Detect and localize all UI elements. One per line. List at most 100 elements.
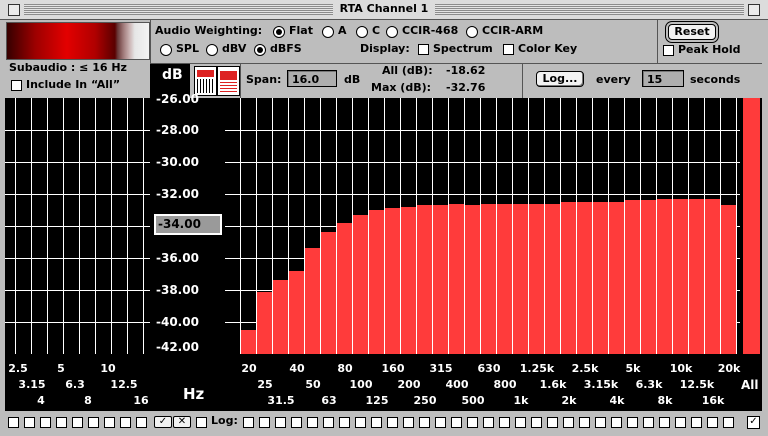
weighting-ccir468-radio[interactable] <box>386 26 398 38</box>
color-key-checkbox[interactable] <box>503 44 514 55</box>
band-toggle-checkbox[interactable] <box>723 417 734 428</box>
band-toggle-checkbox[interactable] <box>579 417 590 428</box>
band-toggle-checkbox[interactable] <box>403 417 414 428</box>
frequency-tick-label: 2k <box>561 394 577 407</box>
title-bar[interactable]: RTA Channel 1 <box>0 0 768 20</box>
weighting-c-radio[interactable] <box>356 26 368 38</box>
subaudio-grid-line <box>5 162 150 163</box>
band-toggle-checkbox[interactable] <box>307 417 318 428</box>
band-toggle-checkbox[interactable] <box>243 417 254 428</box>
band-toggle-checkbox[interactable] <box>515 417 526 428</box>
band-toggle-checkbox[interactable] <box>451 417 462 428</box>
frequency-tick-label: 40 <box>289 362 305 375</box>
units-dbv-radio[interactable] <box>206 44 218 56</box>
band-toggle-checkbox[interactable] <box>563 417 574 428</box>
spectrum-plot[interactable] <box>225 98 740 354</box>
frequency-tick-label: 125 <box>365 394 389 407</box>
band-bar-2k <box>561 202 576 354</box>
cursor-level-field[interactable]: -34.00 <box>154 214 222 235</box>
band-toggle-checkbox[interactable] <box>323 417 334 428</box>
band-toggle-checkbox[interactable] <box>56 417 67 428</box>
band-toggle-checkbox[interactable] <box>259 417 270 428</box>
all-bar-label: All <box>741 378 759 392</box>
band-bar-8k <box>657 198 672 354</box>
band-toggle-checkbox[interactable] <box>104 417 115 428</box>
zoom-box-icon[interactable] <box>748 4 760 16</box>
band-toggle-checkbox[interactable] <box>499 417 510 428</box>
band-toggle-checkbox[interactable] <box>627 417 638 428</box>
subaudio-grid-line <box>5 322 150 323</box>
frequency-tick-label: 12.5k <box>679 378 715 391</box>
band-bar-12.5k <box>689 198 704 354</box>
divider <box>150 20 151 64</box>
weighting-flat-radio[interactable] <box>273 26 285 38</box>
weighting-ccirarm-radio[interactable] <box>466 26 478 38</box>
band-toggle-checkbox[interactable] <box>595 417 606 428</box>
frequency-tick-label: 1k <box>513 394 529 407</box>
weighting-a-label: A <box>338 24 347 37</box>
spectrum-label: Spectrum <box>433 42 493 55</box>
band-toggle-checkbox[interactable] <box>371 417 382 428</box>
band-bar-800 <box>497 203 512 354</box>
subaudio-grid-line <box>5 258 150 259</box>
band-toggle-checkbox[interactable] <box>387 417 398 428</box>
reset-button[interactable]: Reset <box>668 24 716 40</box>
band-toggle-checkbox[interactable] <box>8 417 19 428</box>
include-in-all-checkbox[interactable] <box>11 80 22 91</box>
weighting-a-radio[interactable] <box>322 26 334 38</box>
subaudio-grid-line <box>5 130 150 131</box>
all-log-checkbox[interactable]: ✓ <box>747 416 760 429</box>
band-toggle-checkbox[interactable] <box>611 417 622 428</box>
clear-all-button[interactable]: ✕ <box>173 416 191 428</box>
log-button[interactable]: Log... <box>536 71 584 87</box>
check-all-button[interactable]: ✓ <box>154 416 172 428</box>
spectrum-checkbox[interactable] <box>418 44 429 55</box>
band-toggle-checkbox[interactable] <box>435 417 446 428</box>
band-toggle-checkbox[interactable] <box>467 417 478 428</box>
band-toggle-checkbox[interactable] <box>355 417 366 428</box>
band-toggle-checkbox[interactable] <box>675 417 686 428</box>
max-db-label: Max (dB): <box>371 81 432 94</box>
band-toggle-checkbox[interactable] <box>339 417 350 428</box>
frequency-tick-label: 3.15k <box>583 378 619 391</box>
frequency-tick-label: 16k <box>701 394 725 407</box>
band-toggle-checkbox[interactable] <box>643 417 654 428</box>
line-view-icon[interactable] <box>217 66 240 96</box>
subaudio-tick-label: 16 <box>133 394 149 407</box>
band-toggle-checkbox[interactable] <box>531 417 542 428</box>
frequency-tick-label: 1.25k <box>519 362 555 375</box>
units-dbfs-radio[interactable] <box>254 44 266 56</box>
audio-weighting-label: Audio Weighting: <box>155 24 263 37</box>
band-toggle-checkbox[interactable] <box>40 417 51 428</box>
units-spl-radio[interactable] <box>160 44 172 56</box>
band-bar-31.5 <box>273 280 288 354</box>
frequency-tick-label: 630 <box>477 362 501 375</box>
band-toggle-checkbox[interactable] <box>72 417 83 428</box>
frequency-tick-label: 5k <box>625 362 641 375</box>
band-toggle-checkbox[interactable] <box>24 417 35 428</box>
band-toggle-checkbox[interactable] <box>547 417 558 428</box>
band-toggle-checkbox[interactable] <box>120 417 131 428</box>
span-input[interactable]: 16.0 <box>287 70 337 87</box>
band-toggle-checkbox[interactable] <box>136 417 147 428</box>
db-tick-label: -26.00 <box>156 92 199 106</box>
band-toggle-checkbox[interactable] <box>659 417 670 428</box>
frequency-tick-label: 25 <box>257 378 273 391</box>
band-toggle-checkbox[interactable] <box>483 417 494 428</box>
band-toggle-checkbox[interactable] <box>419 417 430 428</box>
hz-label: Hz <box>183 385 205 403</box>
frequency-tick-label: 800 <box>493 378 517 391</box>
band-toggle-checkbox[interactable] <box>88 417 99 428</box>
band-toggle-checkbox[interactable] <box>196 417 207 428</box>
band-toggle-checkbox[interactable] <box>291 417 302 428</box>
band-bar-25 <box>257 291 272 354</box>
peak-hold-checkbox[interactable] <box>663 45 674 56</box>
band-toggle-checkbox[interactable] <box>707 417 718 428</box>
band-bar-125 <box>369 210 384 354</box>
band-bar-20 <box>241 330 256 354</box>
display-label: Display: <box>360 42 410 55</box>
log-interval-input[interactable]: 15 <box>642 70 684 87</box>
band-toggle-checkbox[interactable] <box>275 417 286 428</box>
band-toggle-checkbox[interactable] <box>691 417 702 428</box>
frequency-tick-label: 20 <box>241 362 257 375</box>
